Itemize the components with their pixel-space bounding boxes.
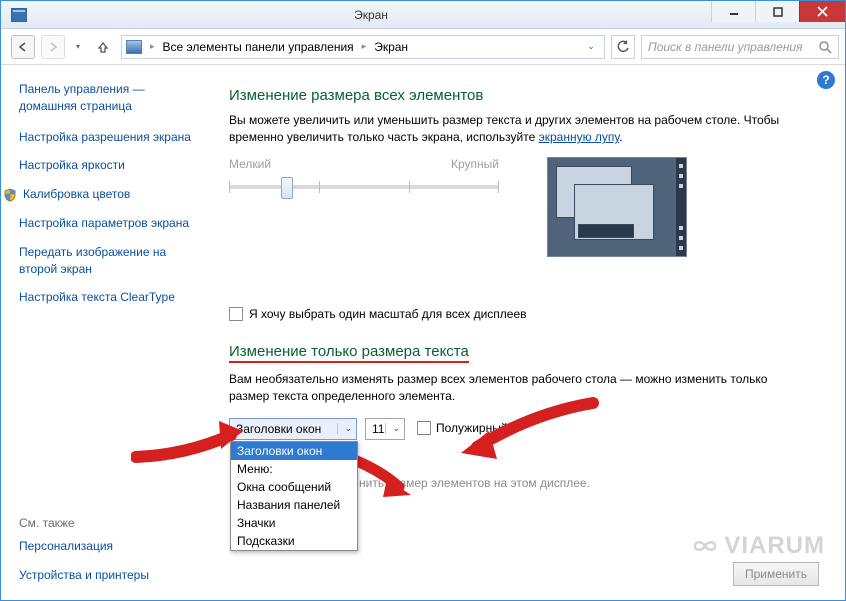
notice-text: нить размер элементов на этом дисплее. — [359, 476, 819, 490]
seealso-personalization[interactable]: Персонализация — [19, 538, 197, 555]
shield-icon — [3, 188, 17, 202]
breadcrumb[interactable]: ▸ Все элементы панели управления ▸ Экран… — [121, 35, 605, 59]
navbar: ▾ ▸ Все элементы панели управления ▸ Экр… — [1, 29, 845, 65]
slider-min-label: Мелкий — [229, 157, 271, 171]
search-icon — [818, 40, 832, 54]
sidebar-display-settings[interactable]: Настройка параметров экрана — [19, 215, 197, 232]
titlebar: Экран — [1, 1, 845, 29]
dropdown-option[interactable]: Значки — [231, 514, 357, 532]
breadcrumb-dropdown[interactable]: ⌄ — [582, 41, 600, 52]
sidebar-resolution[interactable]: Настройка разрешения экрана — [19, 129, 197, 146]
heading-text-size: Изменение только размера текста — [229, 343, 469, 363]
window-title: Экран — [31, 8, 711, 22]
heading-resize-all: Изменение размера всех элементов — [229, 87, 819, 104]
bold-checkbox[interactable] — [417, 421, 431, 435]
apply-button[interactable]: Применить — [733, 562, 819, 586]
app-icon — [7, 5, 31, 25]
dropdown-option[interactable]: Меню: — [231, 460, 357, 478]
watermark: VIARUM — [690, 532, 825, 560]
element-type-dropdown: Заголовки окон Меню: Окна сообщений Назв… — [230, 441, 358, 551]
monitor-icon — [126, 40, 142, 54]
sidebar-color-calibration[interactable]: Калибровка цветов — [3, 186, 197, 203]
refresh-button[interactable] — [611, 35, 635, 59]
forward-button[interactable] — [41, 35, 65, 59]
dropdown-option[interactable]: Окна сообщений — [231, 478, 357, 496]
maximize-button[interactable] — [755, 1, 799, 22]
breadcrumb-leaf[interactable]: Экран — [374, 40, 408, 54]
search-placeholder: Поиск в панели управления — [648, 40, 803, 54]
scale-slider[interactable] — [229, 173, 499, 201]
chevron-down-icon: ⌄ — [385, 423, 400, 434]
history-dropdown[interactable]: ▾ — [71, 42, 85, 51]
description-2: Вам необязательно изменять размер всех э… — [229, 371, 789, 406]
dropdown-option[interactable]: Подсказки — [231, 532, 357, 550]
breadcrumb-root[interactable]: Все элементы панели управления — [163, 40, 354, 54]
control-panel-home-link[interactable]: Панель управления — домашняя страница — [19, 81, 197, 115]
see-also-label: См. также — [19, 516, 197, 530]
sidebar-cleartype[interactable]: Настройка текста ClearType — [19, 289, 197, 306]
dropdown-option[interactable]: Заголовки окон — [231, 442, 357, 460]
dropdown-option[interactable]: Названия панелей — [231, 496, 357, 514]
single-scale-checkbox[interactable] — [229, 307, 243, 321]
slider-thumb[interactable] — [281, 177, 293, 199]
single-scale-label: Я хочу выбрать один масштаб для всех дис… — [249, 307, 527, 321]
up-button[interactable] — [91, 35, 115, 59]
chevron-right-icon: ▸ — [360, 41, 369, 52]
slider-max-label: Крупный — [451, 157, 499, 171]
window: Экран ▾ ▸ Все элементы панели управления… — [0, 0, 846, 601]
chevron-down-icon: ⌄ — [337, 423, 352, 434]
magnifier-link[interactable]: экранную лупу — [539, 130, 620, 144]
element-type-select[interactable]: Заголовки окон ⌄ Заголовки окон Меню: Ок… — [229, 418, 357, 440]
back-button[interactable] — [11, 35, 35, 59]
bold-label: Полужирный — [436, 421, 508, 435]
description-1: Вы можете увеличить или уменьшить размер… — [229, 112, 789, 147]
infinity-icon — [690, 535, 720, 557]
seealso-devices-printers[interactable]: Устройства и принтеры — [19, 567, 197, 584]
content: ? Изменение размера всех элементов Вы мо… — [211, 65, 845, 600]
display-preview — [547, 157, 687, 257]
help-icon[interactable]: ? — [817, 71, 835, 89]
sidebar-project-second-screen[interactable]: Передать изображение на второй экран — [19, 244, 197, 278]
sidebar: Панель управления — домашняя страница На… — [1, 65, 211, 600]
search-input[interactable]: Поиск в панели управления — [641, 35, 839, 59]
close-button[interactable] — [799, 1, 845, 22]
minimize-button[interactable] — [711, 1, 755, 22]
sidebar-brightness[interactable]: Настройка яркости — [19, 157, 197, 174]
chevron-right-icon: ▸ — [148, 41, 157, 52]
font-size-select[interactable]: 11 ⌄ — [365, 418, 405, 440]
